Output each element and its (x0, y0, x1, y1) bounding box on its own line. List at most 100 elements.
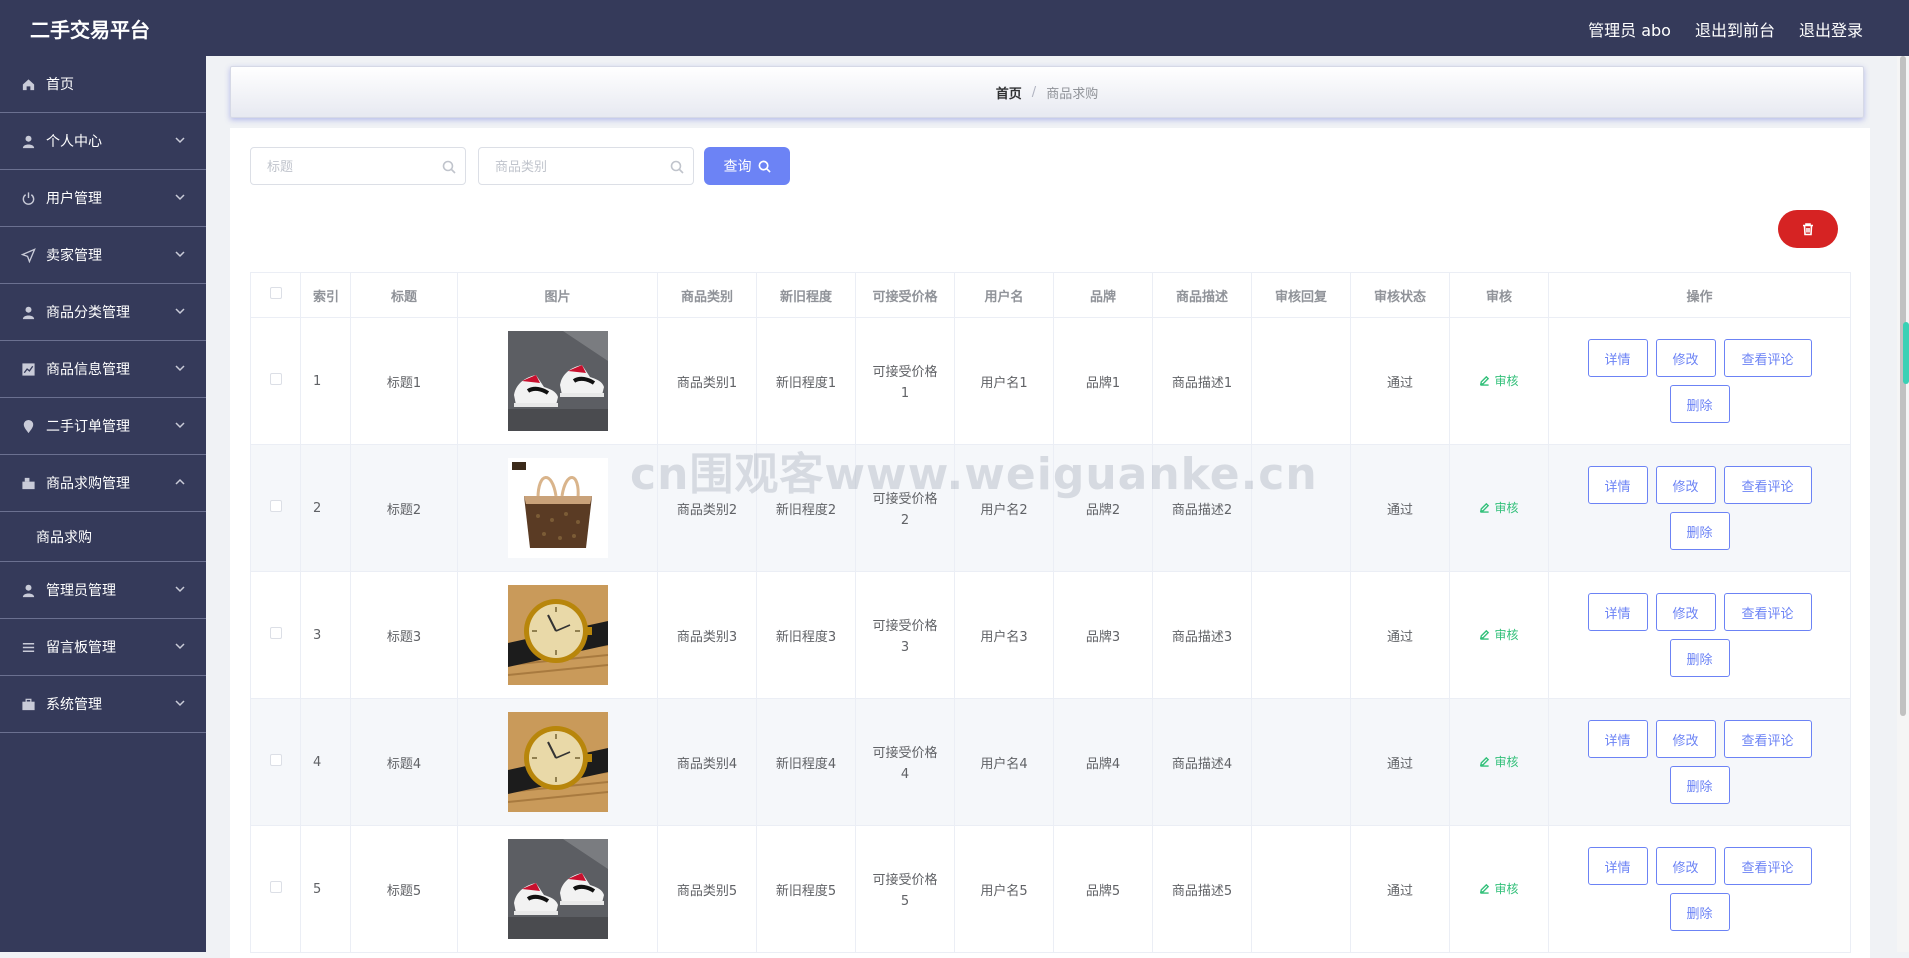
title-search-field[interactable] (250, 147, 466, 186)
cell-index: 2 (300, 444, 351, 572)
delete-button[interactable]: 删除 (1669, 893, 1730, 931)
row-checkbox[interactable] (269, 500, 282, 512)
sidebar-item-label: 卖家管理 (46, 248, 102, 264)
col-header-index: 索引 (300, 272, 351, 318)
cell-category: 商品类别5 (657, 825, 757, 953)
detail-button[interactable]: 详情 (1587, 466, 1648, 504)
cell-actions: 详情 修改 查看评论删除 (1548, 444, 1851, 572)
cell-user: 用户名3 (954, 571, 1054, 699)
cell-price: 可接受价格 5 (855, 825, 955, 953)
admin-user[interactable]: 管理员 abo (1588, 17, 1671, 41)
audit-link[interactable]: 审核 (1479, 753, 1519, 770)
sidebar-item-sellers[interactable]: 卖家管理 (0, 227, 206, 284)
view-comments-button[interactable]: 查看评论 (1723, 847, 1812, 885)
audit-label: 审核 (1494, 628, 1519, 642)
chevron-down-icon (174, 640, 186, 652)
detail-button[interactable]: 详情 (1587, 339, 1648, 377)
sidebar-item-label: 管理员管理 (46, 583, 116, 599)
cell-condition: 新旧程度1 (756, 317, 856, 445)
chevron-down-icon (174, 305, 186, 317)
search-icon (442, 159, 456, 174)
cell-title: 标题1 (350, 317, 458, 445)
cell-reply (1251, 571, 1351, 699)
sidebar-item-users[interactable]: 用户管理 (0, 170, 206, 227)
delete-button[interactable]: 删除 (1669, 385, 1730, 423)
cell-index: 4 (300, 698, 351, 826)
view-comments-button[interactable]: 查看评论 (1723, 339, 1812, 377)
select-all-cell[interactable] (250, 272, 301, 318)
sidebar-item-personal[interactable]: 个人中心 (0, 113, 206, 170)
cell-condition: 新旧程度3 (756, 571, 856, 699)
delete-button[interactable]: 删除 (1669, 639, 1730, 677)
sidebar-item-message-board[interactable]: 留言板管理 (0, 619, 206, 676)
detail-button[interactable]: 详情 (1587, 593, 1648, 631)
cell-price-line2: 3 (900, 640, 910, 655)
row-select-cell[interactable] (250, 825, 301, 953)
cell-status: 通过 (1350, 317, 1450, 445)
briefcase-icon (20, 696, 36, 712)
row-select-cell[interactable] (250, 571, 301, 699)
edit-button[interactable]: 修改 (1655, 466, 1716, 504)
cell-brand: 品牌4 (1053, 698, 1153, 826)
audit-link[interactable]: 审核 (1479, 372, 1519, 389)
cell-brand: 品牌2 (1053, 444, 1153, 572)
audit-link[interactable]: 审核 (1479, 499, 1519, 516)
view-comments-button[interactable]: 查看评论 (1723, 720, 1812, 758)
edit-button[interactable]: 修改 (1655, 847, 1716, 885)
chevron-down-icon (174, 419, 186, 431)
sidebar-item-admins[interactable]: 管理员管理 (0, 562, 206, 619)
sidebar-item-orders[interactable]: 二手订单管理 (0, 398, 206, 455)
row-checkbox[interactable] (269, 881, 282, 893)
title-search-input[interactable] (265, 148, 439, 186)
logout-link[interactable]: 退出登录 (1799, 17, 1863, 41)
view-comments-button[interactable]: 查看评论 (1723, 593, 1812, 631)
cell-reply (1251, 317, 1351, 445)
sidebar-subitem-purchase[interactable]: 商品求购 (0, 512, 206, 562)
row-checkbox[interactable] (269, 754, 282, 766)
cell-status: 通过 (1350, 571, 1450, 699)
breadcrumb-home[interactable]: 首页 (996, 83, 1022, 102)
edit-icon (1480, 629, 1490, 640)
audit-link[interactable]: 审核 (1479, 626, 1519, 643)
detail-button[interactable]: 详情 (1587, 847, 1648, 885)
view-comments-button[interactable]: 查看评论 (1723, 466, 1812, 504)
batch-delete-button[interactable] (1778, 210, 1838, 248)
edit-button[interactable]: 修改 (1655, 720, 1716, 758)
sidebar-item-product-info[interactable]: 商品信息管理 (0, 341, 206, 398)
sidebar-item-label: 留言板管理 (46, 640, 116, 656)
back-to-front-link[interactable]: 退出到前台 (1695, 17, 1775, 41)
delete-button[interactable]: 删除 (1669, 512, 1730, 550)
chart-icon (20, 361, 36, 377)
search-icon (670, 159, 684, 174)
category-search-field[interactable] (478, 147, 694, 186)
scrollbar-thumb[interactable] (1900, 56, 1906, 716)
table-row: 3 标题3 商品类别3 新旧程度3 可接受价格 3 用户名3 品牌3 商品描述3 通过 审核 详情 修改… (250, 571, 1851, 699)
row-select-cell[interactable] (250, 317, 301, 445)
sidebar-item-home[interactable]: 首页 (0, 56, 206, 113)
cell-reply (1251, 825, 1351, 953)
cart-icon (20, 475, 36, 491)
cell-title: 标题2 (350, 444, 458, 572)
row-checkbox[interactable] (269, 373, 282, 385)
chevron-down-icon (174, 583, 186, 595)
sidebar-item-system[interactable]: 系统管理 (0, 676, 206, 733)
row-checkbox[interactable] (269, 627, 282, 639)
cell-price: 可接受价格 3 (855, 571, 955, 699)
col-header-price: 可接受价格 (855, 272, 955, 318)
edit-button[interactable]: 修改 (1655, 593, 1716, 631)
cell-category: 商品类别4 (657, 698, 757, 826)
select-all-checkbox[interactable] (269, 287, 282, 299)
sidebar-item-category[interactable]: 商品分类管理 (0, 284, 206, 341)
edit-button[interactable]: 修改 (1655, 339, 1716, 377)
cell-actions: 详情 修改 查看评论删除 (1548, 317, 1851, 445)
row-select-cell[interactable] (250, 444, 301, 572)
user-icon (20, 304, 36, 320)
delete-button[interactable]: 删除 (1669, 766, 1730, 804)
category-search-input[interactable] (493, 148, 667, 186)
row-select-cell[interactable] (250, 698, 301, 826)
audit-link[interactable]: 审核 (1479, 880, 1519, 897)
query-button[interactable]: 查询 (704, 147, 790, 185)
detail-button[interactable]: 详情 (1587, 720, 1648, 758)
audit-label: 审核 (1494, 882, 1519, 896)
sidebar-item-purchase-requests[interactable]: 商品求购管理 (0, 455, 206, 512)
